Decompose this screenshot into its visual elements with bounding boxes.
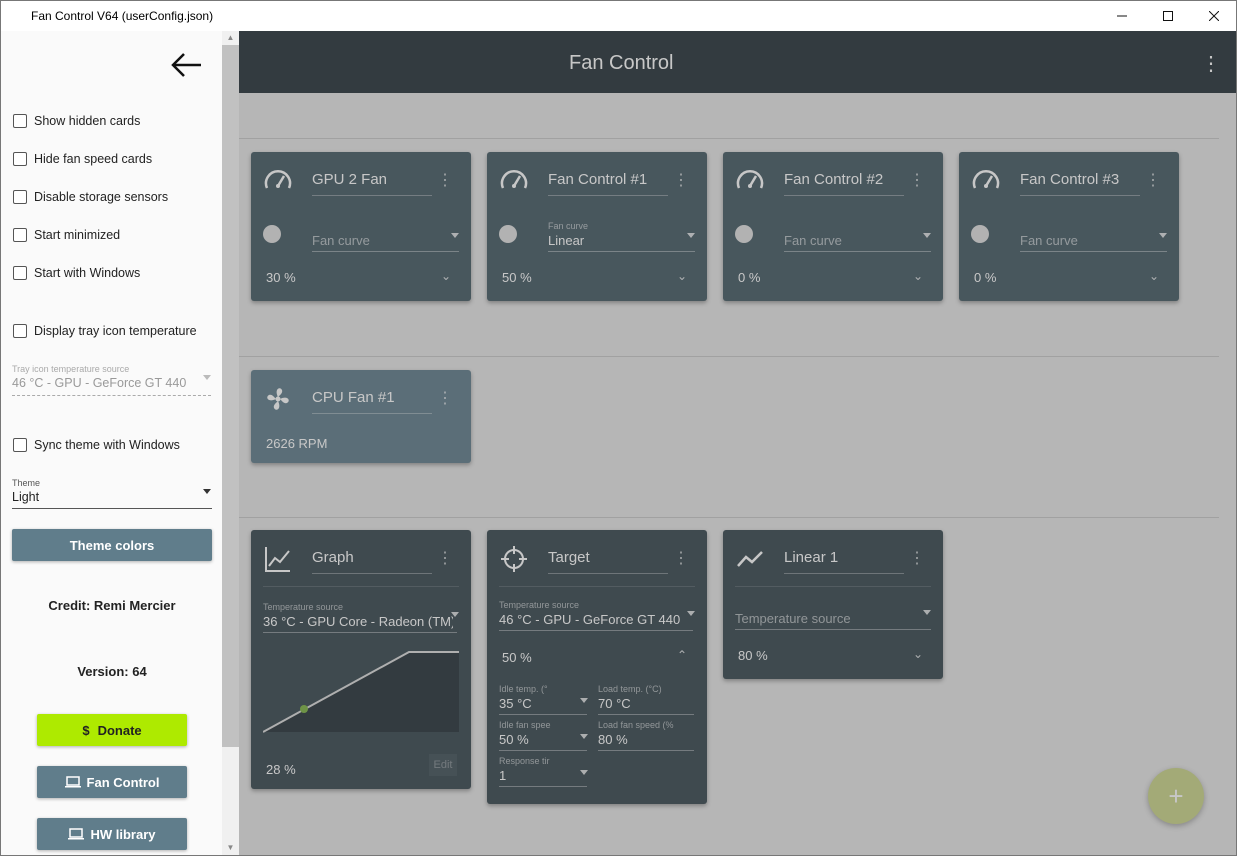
theme-select[interactable]: Light [12, 490, 39, 504]
close-button[interactable] [1191, 1, 1236, 31]
hw-library-link-button[interactable]: HW library [37, 818, 187, 850]
dollar-icon: $ [82, 722, 90, 738]
minimize-button[interactable] [1099, 1, 1145, 31]
checkbox-label: Display tray icon temperature [34, 324, 197, 338]
scroll-down-icon[interactable]: ▼ [222, 841, 239, 855]
scroll-thumb[interactable] [222, 45, 239, 747]
checkbox-box[interactable] [13, 190, 27, 204]
display-tray-temp-checkbox[interactable]: Display tray icon temperature [13, 323, 197, 339]
checkbox-label: Sync theme with Windows [34, 438, 180, 452]
hw-library-label: HW library [90, 826, 156, 842]
show-hidden-cards-checkbox[interactable]: Show hidden cards [13, 113, 140, 129]
select-underline [12, 395, 211, 396]
dropdown-arrow-icon[interactable] [203, 489, 211, 494]
start-minimized-checkbox[interactable]: Start minimized [13, 227, 120, 243]
window-title: Fan Control V64 (userConfig.json) [31, 9, 214, 23]
donate-label: Donate [97, 722, 142, 738]
theme-colors-button[interactable]: Theme colors [12, 529, 212, 561]
checkbox-label: Show hidden cards [34, 114, 141, 128]
checkbox-box[interactable] [13, 228, 27, 242]
theme-label: Theme [12, 478, 41, 488]
tray-source-select: 46 °C - GPU - GeForce GT 440 [12, 376, 187, 390]
dropdown-arrow-icon [203, 375, 211, 380]
settings-drawer: Show hidden cards Hide fan speed cards D… [1, 31, 239, 855]
checkbox-label: Start minimized [34, 228, 121, 242]
close-icon [1209, 11, 1219, 21]
disable-storage-sensors-checkbox[interactable]: Disable storage sensors [13, 189, 168, 205]
maximize-button[interactable] [1145, 1, 1191, 31]
laptop-icon [64, 776, 81, 788]
laptop-icon [68, 828, 85, 840]
donate-button[interactable]: $ Donate [37, 714, 187, 746]
select-underline [12, 508, 212, 509]
checkbox-label: Disable storage sensors [34, 190, 169, 204]
version-text: Version: 64 [77, 664, 147, 679]
drawer-scrollbar[interactable]: ▲ ▼ [222, 31, 239, 855]
app-content: Fan Control ⋮ GPU 2 Fan ⋮ Fan curve 30 %… [1, 31, 1236, 855]
title-bar: Fan Control V64 (userConfig.json) [1, 1, 1236, 31]
tray-source-label: Tray icon temperature source [12, 364, 130, 374]
credit-text: Credit: Remi Mercier [48, 598, 176, 613]
hide-fan-speed-cards-checkbox[interactable]: Hide fan speed cards [13, 151, 152, 167]
checkbox-label: Hide fan speed cards [34, 152, 153, 166]
maximize-icon [1163, 11, 1173, 21]
fan-control-label: Fan Control [86, 774, 160, 790]
checkbox-box[interactable] [13, 152, 27, 166]
checkbox-label: Start with Windows [34, 266, 141, 280]
back-arrow-icon[interactable] [171, 51, 203, 79]
minimize-icon [1117, 15, 1127, 17]
checkbox-box[interactable] [13, 114, 27, 128]
fan-control-link-button[interactable]: Fan Control [37, 766, 187, 798]
checkbox-box[interactable] [13, 266, 27, 280]
start-with-windows-checkbox[interactable]: Start with Windows [13, 265, 140, 281]
checkbox-box[interactable] [13, 438, 27, 452]
scroll-up-icon[interactable]: ▲ [222, 31, 239, 45]
sync-theme-checkbox[interactable]: Sync theme with Windows [13, 437, 180, 453]
checkbox-box[interactable] [13, 324, 27, 338]
app-window: Fan Control V64 (userConfig.json) Fan Co… [0, 0, 1237, 856]
